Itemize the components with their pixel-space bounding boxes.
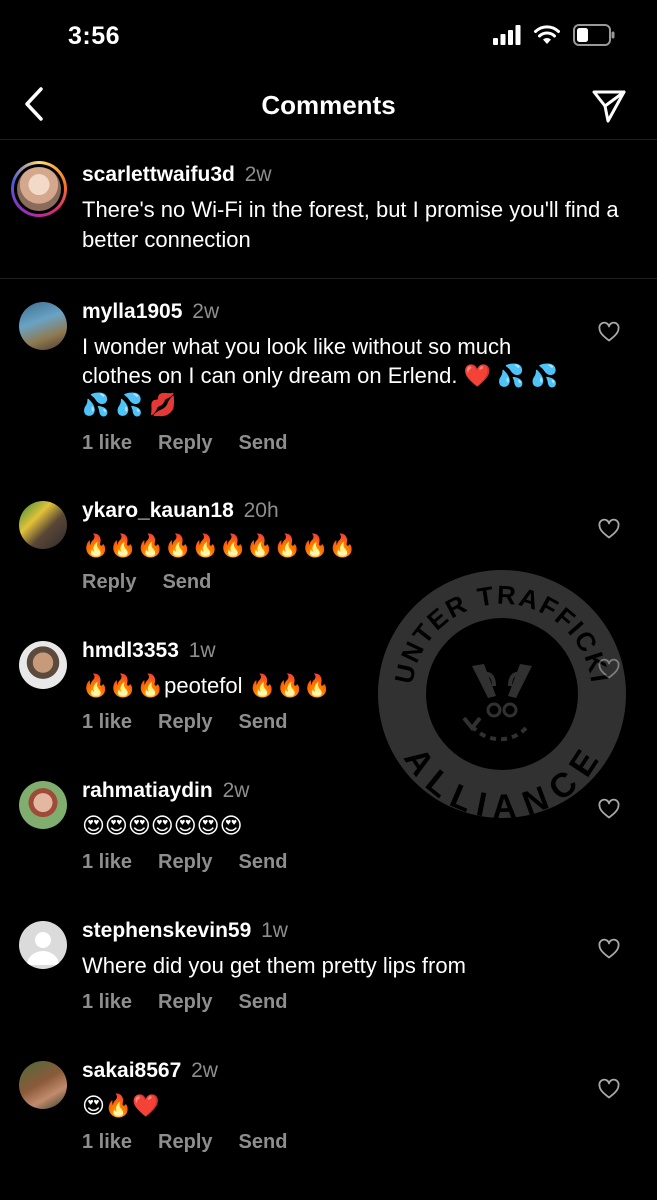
- comment-actions: 1 like Reply Send: [82, 991, 287, 1014]
- avatar[interactable]: [19, 781, 67, 829]
- send-button[interactable]: Send: [239, 851, 288, 874]
- send-button[interactable]: Send: [239, 1131, 288, 1154]
- comment-header: hmdl3353 1w: [82, 639, 216, 663]
- comment-header: sakai8567 2w: [82, 1059, 218, 1083]
- avatar[interactable]: [19, 501, 67, 549]
- comment-username[interactable]: stephenskevin59: [82, 919, 251, 942]
- reply-button[interactable]: Reply: [158, 432, 212, 455]
- reply-button[interactable]: Reply: [158, 1131, 212, 1154]
- reply-button[interactable]: Reply: [82, 571, 136, 594]
- person-silhouette-icon: [27, 932, 59, 965]
- heart-icon[interactable]: [597, 937, 621, 961]
- comment-username[interactable]: sakai8567: [82, 1059, 181, 1082]
- comment-time: 20h: [243, 499, 279, 522]
- heart-icon[interactable]: [597, 517, 621, 541]
- likes-count[interactable]: 1 like: [82, 432, 132, 455]
- comment-actions: 1 like Reply Send: [82, 851, 287, 874]
- send-button[interactable]: Send: [239, 991, 288, 1014]
- comment-username[interactable]: ykaro_kauan18: [82, 499, 234, 522]
- caption-username[interactable]: scarlettwaifu3d: [82, 163, 235, 186]
- avatar: [17, 167, 61, 211]
- comment-time: 2w: [191, 1059, 218, 1082]
- comment-actions: Reply Send: [82, 571, 211, 594]
- wifi-icon: [534, 25, 560, 44]
- reply-button[interactable]: Reply: [158, 711, 212, 734]
- send-button[interactable]: Send: [239, 432, 288, 455]
- cellular-signal-icon: [493, 25, 521, 45]
- heart-icon[interactable]: [597, 320, 621, 344]
- caption-text: There's no Wi-Fi in the forest, but I pr…: [82, 197, 619, 252]
- battery-icon: [573, 24, 615, 46]
- likes-count[interactable]: 1 like: [82, 711, 132, 734]
- reply-button[interactable]: Reply: [158, 851, 212, 874]
- comment-header: rahmatiaydin 2w: [82, 779, 249, 803]
- comment-username[interactable]: hmdl3353: [82, 639, 179, 662]
- caption-time: 2w: [244, 163, 272, 186]
- comment-time: 1w: [261, 919, 288, 942]
- comment-actions: 1 like Reply Send: [82, 432, 287, 455]
- status-bar: 3:56: [0, 0, 657, 72]
- comment-username[interactable]: rahmatiaydin: [82, 779, 213, 802]
- reply-button[interactable]: Reply: [158, 991, 212, 1014]
- page-title: Comments: [261, 90, 396, 120]
- comment-time: 2w: [192, 300, 220, 323]
- comment-header: mylla1905 2w: [82, 300, 219, 324]
- paper-plane-icon: [592, 90, 626, 123]
- comment-header: ykaro_kauan18 20h: [82, 499, 279, 523]
- comment-header: stephenskevin59 1w: [82, 919, 288, 943]
- send-button[interactable]: Send: [239, 711, 288, 734]
- send-button[interactable]: Send: [162, 571, 211, 594]
- likes-count[interactable]: 1 like: [82, 851, 132, 874]
- comment-text: Where did you get them pretty lips from: [82, 953, 466, 978]
- likes-count[interactable]: 1 like: [82, 1131, 132, 1154]
- watermark-logo: COUNTER TRAFFICKING ALLIANCE: [376, 568, 626, 820]
- share-button[interactable]: [587, 84, 631, 128]
- default-avatar[interactable]: [19, 921, 67, 969]
- avatar[interactable]: [19, 1061, 67, 1109]
- avatar[interactable]: [19, 302, 67, 350]
- avatar[interactable]: [19, 641, 67, 689]
- comment-text: 🔥🔥🔥🔥🔥🔥🔥🔥🔥🔥: [82, 533, 356, 558]
- comment-time: 1w: [188, 639, 216, 662]
- comment-text: 😍🔥❤️: [82, 1093, 160, 1118]
- comment-text: I wonder what you look like without so m…: [82, 334, 558, 417]
- story-ring[interactable]: [11, 161, 67, 217]
- comments-header: Comments: [0, 72, 657, 140]
- status-icons: [493, 24, 615, 46]
- likes-count[interactable]: 1 like: [82, 991, 132, 1014]
- comment-actions: 1 like Reply Send: [82, 1131, 287, 1154]
- comment-time: 2w: [222, 779, 250, 802]
- status-time: 3:56: [68, 22, 121, 50]
- heart-icon[interactable]: [597, 1077, 621, 1101]
- caption-header: scarlettwaifu3d 2w: [82, 163, 272, 187]
- comment-actions: 1 like Reply Send: [82, 711, 287, 734]
- post-caption: scarlettwaifu3d 2w There's no Wi-Fi in t…: [0, 141, 657, 279]
- comment-username[interactable]: mylla1905: [82, 300, 182, 323]
